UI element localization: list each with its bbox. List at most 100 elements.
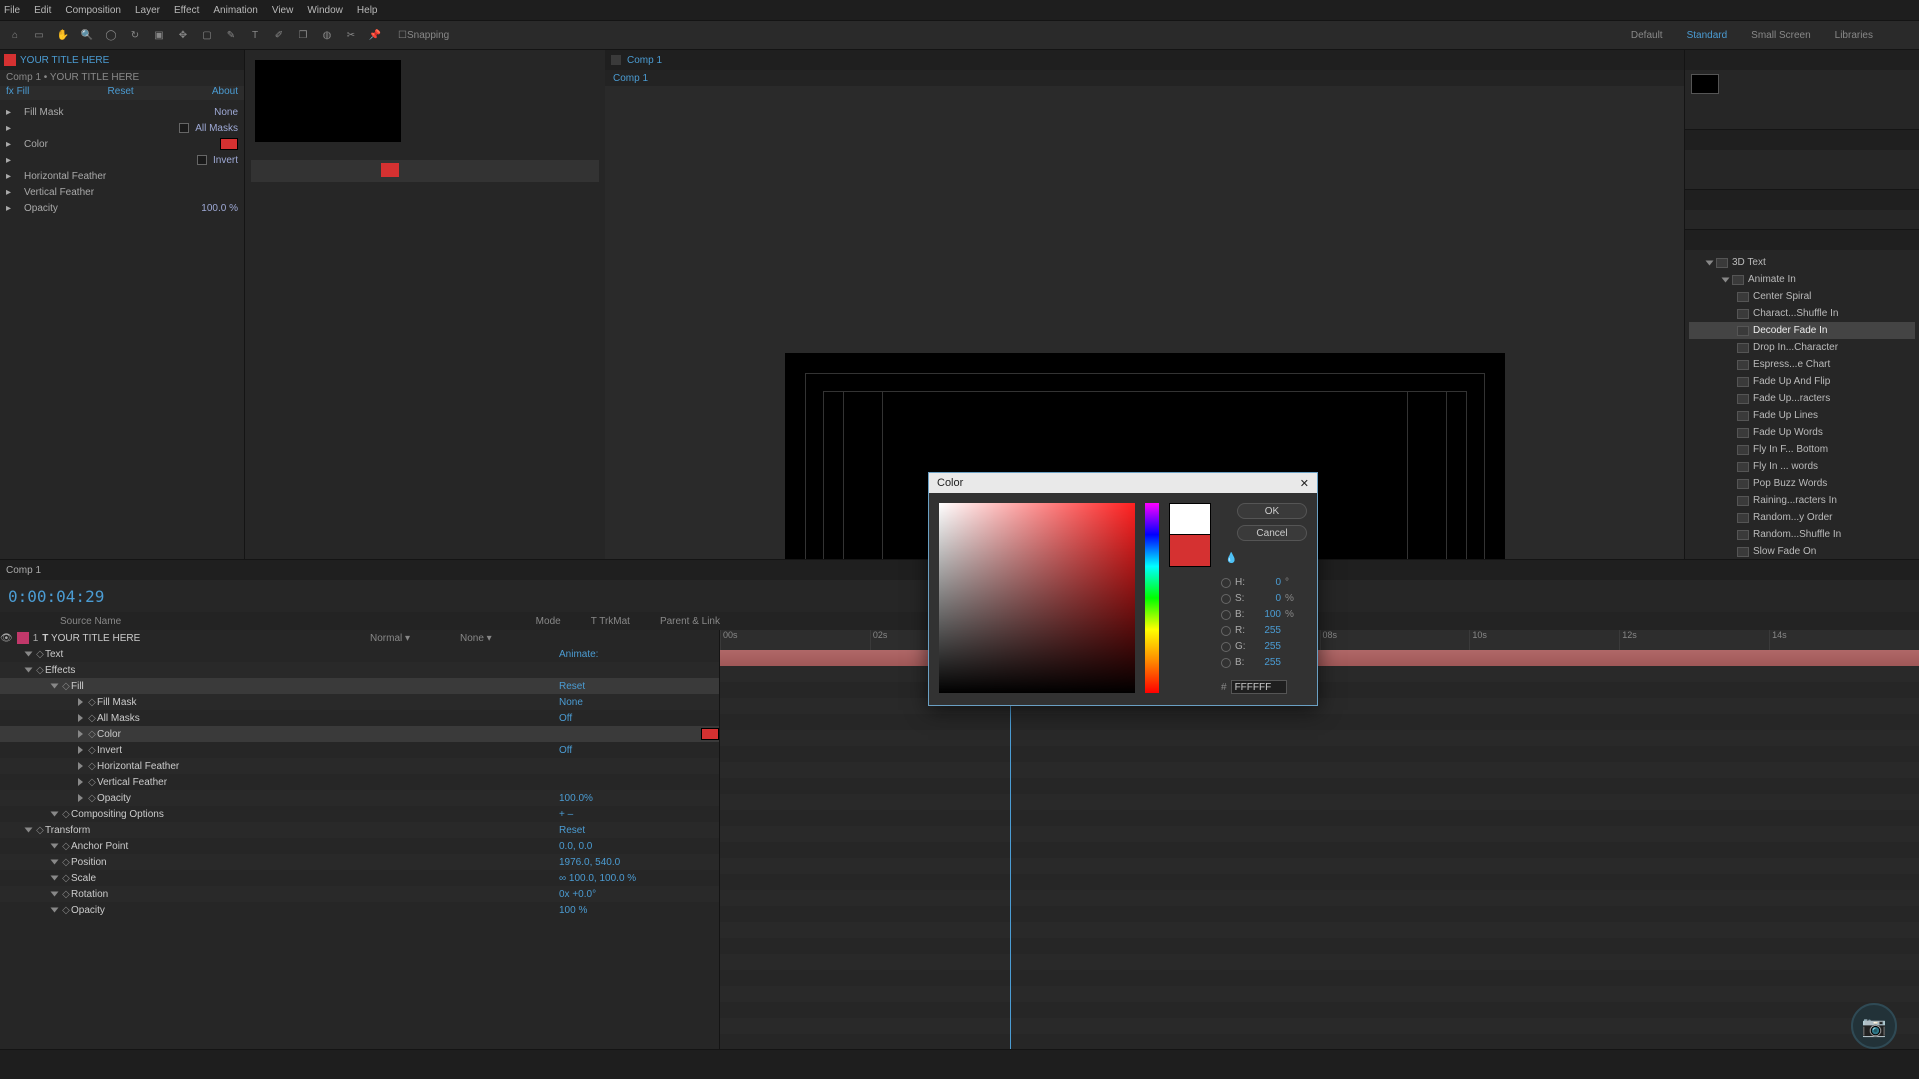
effect-property-row[interactable]: ▸Color [6,136,238,152]
preset-item[interactable]: Fade Up Words [1689,424,1915,441]
ruler-tick[interactable]: 14s [1769,630,1919,650]
twirl-icon[interactable] [1722,277,1730,282]
preview-panel-header[interactable] [1685,190,1919,210]
radio[interactable] [1221,658,1231,668]
ruler-tick[interactable]: 12s [1619,630,1769,650]
pan-behind-tool-icon[interactable]: ✥ [174,26,192,44]
color-field-row[interactable]: G:255 [1221,641,1307,652]
twirl-icon[interactable] [78,778,83,786]
preset-item[interactable]: Random...Shuffle In [1689,526,1915,543]
radio[interactable] [1221,578,1231,588]
menu-file[interactable]: File [4,5,20,16]
color-field-row[interactable]: H:0° [1221,577,1307,588]
effects-presets-header[interactable] [1685,230,1919,250]
orbit-tool-icon[interactable]: ◯ [102,26,120,44]
home-icon[interactable]: ⌂ [6,26,24,44]
preset-item[interactable]: Slow Fade On [1689,543,1915,560]
property-row[interactable]: ◇Color [0,726,719,742]
twirl-icon[interactable] [51,908,59,913]
type-tool-icon[interactable]: T [246,26,264,44]
effect-property-row[interactable]: ▸Horizontal Feather [6,168,238,184]
old-color-swatch[interactable] [1169,535,1211,567]
color-field-row[interactable]: S:0% [1221,593,1307,604]
hex-input[interactable] [1231,680,1287,694]
twirl-icon[interactable] [78,746,83,754]
property-row[interactable]: ◇Effects [0,662,719,678]
puppet-tool-icon[interactable]: 📌 [366,26,384,44]
effect-property-row[interactable]: ▸Fill MaskNone [6,104,238,120]
preset-item[interactable]: Random...y Order [1689,509,1915,526]
snapping-toggle[interactable]: ☐ Snapping [390,26,457,44]
effect-name[interactable]: fx Fill [6,86,29,100]
preset-item[interactable]: Raining...racters In [1689,492,1915,509]
hue-pointer-icon[interactable] [1141,690,1163,696]
twirl-icon[interactable] [25,652,33,657]
twirl-icon[interactable] [51,892,59,897]
dialog-titlebar[interactable]: Color ✕ [929,473,1317,493]
checkbox[interactable] [179,123,189,133]
preset-folder[interactable]: 3D Text [1689,254,1915,271]
zoom-tool-icon[interactable]: 🔍 [78,26,96,44]
ok-button[interactable]: OK [1237,503,1307,519]
color-swatch[interactable] [701,728,719,740]
property-row[interactable]: ◇Scale∞ 100.0, 100.0 % [0,870,719,886]
checkbox[interactable] [197,155,207,165]
timeline-tab[interactable]: Comp 1 [6,565,41,576]
workspace-libraries[interactable]: Libraries [1835,30,1873,41]
effect-property-row[interactable]: ▸Opacity100.0 % [6,200,238,216]
preset-tree[interactable]: 3D TextAnimate InCenter SpiralCharact...… [1685,250,1919,581]
comp-thumbnail[interactable] [255,60,401,142]
current-timecode[interactable]: 0:00:04:29 [8,587,104,606]
twirl-icon[interactable] [78,794,83,802]
workspace-small-screen[interactable]: Small Screen [1751,30,1810,41]
radio[interactable] [1221,642,1231,652]
hue-slider[interactable] [1145,503,1159,693]
close-icon[interactable]: ✕ [1300,477,1309,490]
effect-property-row[interactable]: ▸Vertical Feather [6,184,238,200]
property-row[interactable]: ◇FillReset [0,678,719,694]
menu-effect[interactable]: Effect [174,5,199,16]
menu-help[interactable]: Help [357,5,378,16]
composition-tab[interactable]: Comp 1 [627,55,662,66]
timeline-layer-outline[interactable]: 👁1T YOUR TITLE HERENormal ▾None ▾◇TextAn… [0,630,720,1049]
menu-view[interactable]: View [272,5,294,16]
property-row[interactable]: ◇Fill MaskNone [0,694,719,710]
flowchart-breadcrumb[interactable]: Comp 1 [605,70,1684,86]
new-color-swatch[interactable] [1169,503,1211,535]
twirl-icon[interactable] [51,684,59,689]
shape-tool-icon[interactable]: ▢ [198,26,216,44]
menu-edit[interactable]: Edit [34,5,51,16]
property-row[interactable]: ◇Compositing Options+ – [0,806,719,822]
info-panel-header[interactable] [1685,50,1919,70]
menu-layer[interactable]: Layer [135,5,160,16]
paint-swatch[interactable] [1691,74,1719,94]
preset-item[interactable]: Fly In ... words [1689,458,1915,475]
pen-tool-icon[interactable]: ✎ [222,26,240,44]
preset-item[interactable]: Drop In...Character [1689,339,1915,356]
twirl-icon[interactable] [51,812,59,817]
audio-panel-header[interactable] [1685,130,1919,150]
menu-window[interactable]: Window [307,5,343,16]
property-row[interactable]: ◇Opacity100 % [0,902,719,918]
preset-item[interactable]: Charact...Shuffle In [1689,305,1915,322]
effect-property-row[interactable]: ▸ All Masks [6,120,238,136]
property-row[interactable]: ◇Anchor Point0.0, 0.0 [0,838,719,854]
preset-folder[interactable]: Animate In [1689,271,1915,288]
camera-tool-icon[interactable]: ▣ [150,26,168,44]
twirl-icon[interactable] [1706,260,1714,265]
clone-tool-icon[interactable]: ❐ [294,26,312,44]
property-row[interactable]: ◇InvertOff [0,742,719,758]
preset-item[interactable]: Decoder Fade In [1689,322,1915,339]
twirl-icon[interactable] [51,844,59,849]
radio[interactable] [1221,610,1231,620]
property-row[interactable]: ◇Position1976.0, 540.0 [0,854,719,870]
menu-animation[interactable]: Animation [213,5,257,16]
twirl-icon[interactable] [78,730,83,738]
ruler-tick[interactable]: 00s [720,630,870,650]
property-row[interactable]: ◇Rotation0x +0.0° [0,886,719,902]
twirl-icon[interactable] [51,876,59,881]
preset-item[interactable]: Fade Up Lines [1689,407,1915,424]
eyedropper-icon[interactable]: 💧 [1225,553,1239,567]
color-field-row[interactable]: R:255 [1221,625,1307,636]
property-row[interactable]: ◇Vertical Feather [0,774,719,790]
